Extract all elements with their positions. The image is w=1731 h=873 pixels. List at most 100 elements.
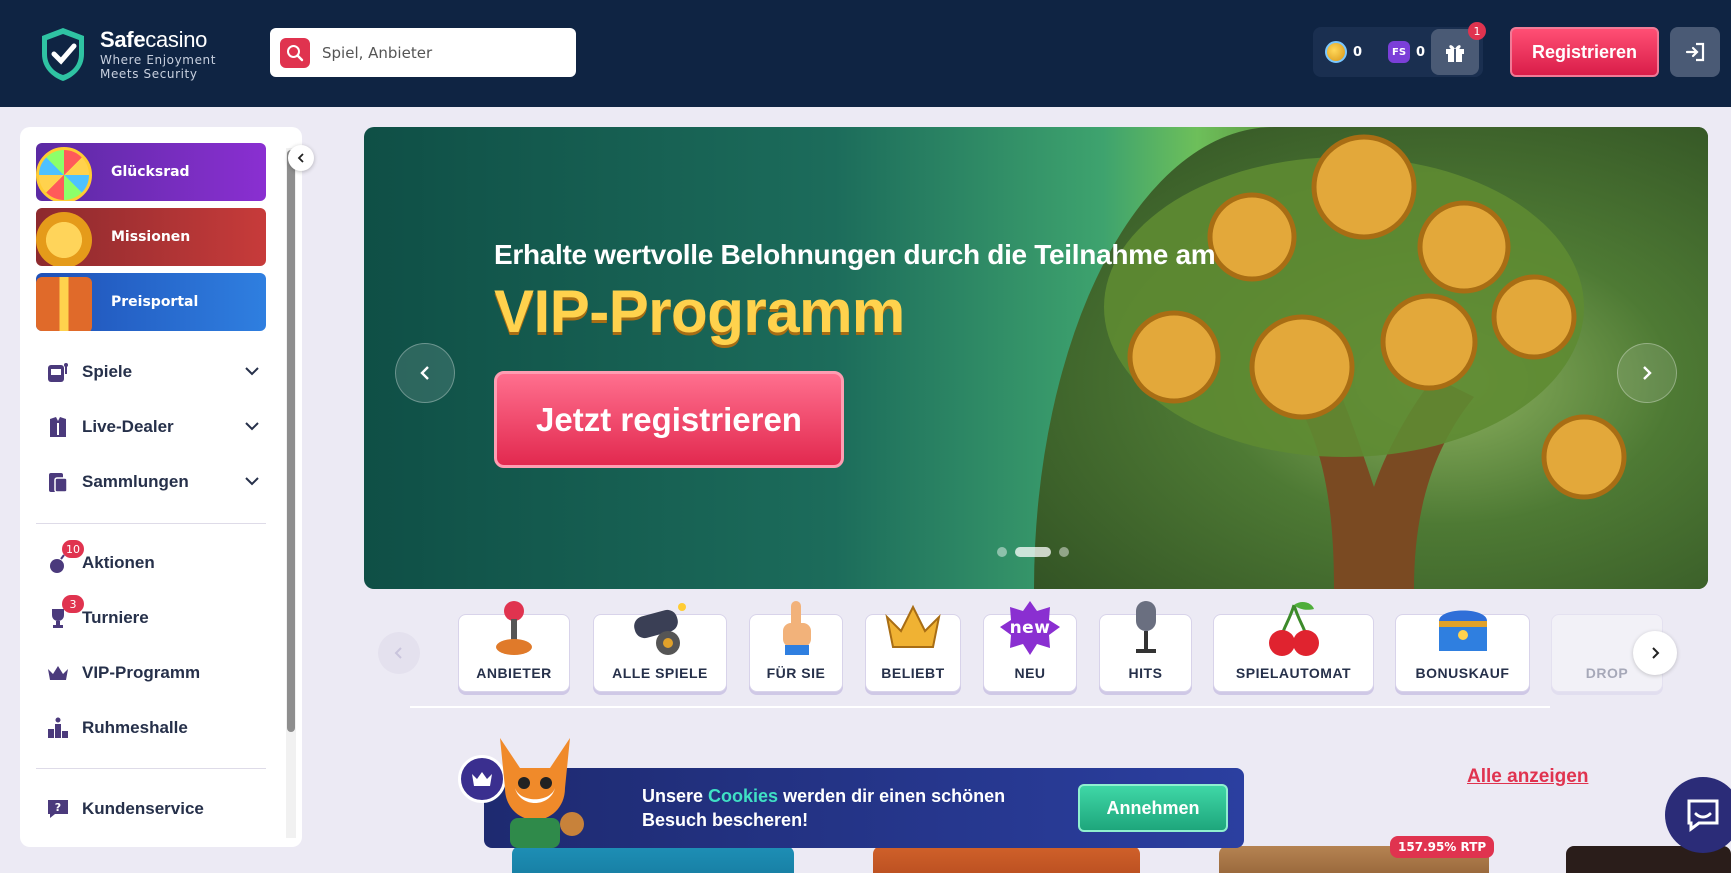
freespin-count: 0	[1416, 44, 1426, 60]
category-for-you[interactable]: FÜR SIE	[749, 601, 843, 692]
coin-tree-illustration	[1104, 134, 1627, 589]
sidebar-item-label: Ruhmeshalle	[82, 718, 188, 737]
sidebar-item-games[interactable]: Spiele	[44, 354, 269, 390]
pagination-dot-active[interactable]	[1015, 547, 1051, 557]
wheel-icon	[36, 147, 92, 201]
categories-next-button[interactable]	[1633, 631, 1677, 675]
promo-label: Glücksrad	[111, 164, 190, 180]
logo-text: Safecasino Where Enjoyment Meets Securit…	[100, 27, 216, 81]
sidebar-item-vip-program[interactable]: VIP-Programm	[44, 655, 269, 691]
pagination-dot[interactable]	[1059, 547, 1069, 557]
categories-divider	[410, 706, 1550, 708]
collection-icon	[44, 468, 72, 496]
login-button[interactable]	[1670, 27, 1720, 77]
see-all-link[interactable]: Alle anzeigen	[1467, 766, 1588, 788]
support-chat-icon: ?	[44, 795, 72, 823]
sidebar-item-label: Kundenservice	[82, 799, 204, 818]
banner-title: VIP-Programm	[494, 278, 905, 345]
category-bonus-buy[interactable]: BONUSKAUF	[1395, 610, 1530, 692]
category-label: ALLE SPIELE	[612, 665, 708, 681]
sidebar-item-support[interactable]: ? Kundenservice	[44, 791, 269, 827]
promo-prize-portal[interactable]: Preisportal	[36, 273, 266, 331]
chat-bubble-icon	[1687, 799, 1719, 832]
category-slot-machine[interactable]: SPIELAUTOMAT	[1213, 602, 1374, 692]
tagline-line-2: Meets Security	[100, 67, 198, 81]
banner-next-button[interactable]	[1617, 343, 1677, 403]
promo-missions[interactable]: Missionen	[36, 208, 266, 266]
sidebar-item-collections[interactable]: Sammlungen	[44, 464, 269, 500]
fox-mascot-icon	[500, 738, 584, 848]
sidebar-item-label: Live-Dealer	[82, 417, 174, 436]
search-input[interactable]	[322, 43, 562, 62]
promo-label: Missionen	[111, 229, 191, 245]
category-label: NEU	[1014, 665, 1046, 681]
svg-text:new: new	[1010, 618, 1051, 638]
game-card[interactable]	[512, 846, 794, 873]
categories-prev-button[interactable]	[378, 632, 420, 674]
chevron-right-icon	[1652, 647, 1660, 659]
category-label: DROP	[1585, 665, 1629, 681]
crown-icon	[885, 604, 941, 648]
sidebar-item-label: VIP-Programm	[82, 663, 201, 682]
live-chat-button[interactable]	[1665, 777, 1731, 853]
cookie-banner: Unsere Cookies werden dir einen schönen …	[484, 768, 1244, 848]
money-tree-image	[1034, 127, 1708, 589]
sidebar-item-label: Spiele	[82, 362, 133, 381]
banner-prev-button[interactable]	[395, 343, 455, 403]
category-all-games[interactable]: ALLE SPIELE	[593, 603, 727, 692]
chevron-left-icon	[420, 366, 429, 380]
shield-check-icon	[42, 28, 84, 81]
cannon-icon	[634, 603, 686, 655]
freespin-balance: FS 0	[1362, 41, 1425, 63]
brand-name: Safecasino	[100, 27, 208, 52]
cookie-message: Unsere Cookies werden dir einen schönen …	[642, 786, 1006, 830]
treasure-chest-icon	[1438, 610, 1487, 651]
chevron-right-icon	[1643, 366, 1652, 380]
sidebar-item-live-dealer[interactable]: Live-Dealer	[44, 409, 269, 445]
logo[interactable]: Safecasino Where Enjoyment Meets Securit…	[38, 26, 216, 82]
chevron-down-icon	[245, 477, 259, 486]
chevron-down-icon	[245, 422, 259, 431]
cookie-highlight: Cookies	[708, 786, 779, 806]
chevron-left-icon	[394, 647, 402, 659]
pagination-dot[interactable]	[997, 547, 1007, 557]
banner-pagination	[997, 547, 1077, 557]
sidebar-item-hall-of-fame[interactable]: Ruhmeshalle	[44, 710, 269, 746]
category-hits[interactable]: HITS	[1099, 601, 1192, 692]
promotions-badge: 10	[62, 540, 84, 558]
gift-box-icon	[36, 277, 92, 331]
cherry-icon	[1268, 602, 1319, 656]
pointing-hand-icon	[783, 601, 811, 655]
sidebar-divider	[36, 768, 266, 769]
category-label: HITS	[1128, 665, 1163, 681]
tournaments-badge: 3	[62, 595, 84, 613]
game-card[interactable]	[873, 846, 1140, 873]
microphone-icon	[1135, 601, 1156, 653]
accept-cookies-button[interactable]: Annehmen	[1078, 784, 1228, 832]
crown-icon	[44, 659, 72, 687]
promo-wheel-of-fortune[interactable]: Glücksrad	[36, 143, 266, 201]
podium-icon	[44, 714, 72, 742]
rtp-badge: 157.95% RTP	[1390, 836, 1495, 858]
sidebar-collapse-button[interactable]	[288, 145, 314, 171]
category-label: FÜR SIE	[766, 665, 826, 681]
login-icon	[1685, 42, 1705, 62]
coin-icon	[1325, 41, 1347, 63]
category-label: ANBIETER	[476, 665, 552, 681]
category-providers[interactable]: ANBIETER	[458, 601, 570, 692]
gift-icon	[1446, 45, 1464, 62]
banner-register-button[interactable]: Jetzt registrieren	[494, 371, 844, 468]
register-button[interactable]: Registrieren	[1510, 27, 1659, 77]
sidebar-item-label: Aktionen	[82, 553, 155, 572]
medal-icon	[36, 212, 92, 266]
chevron-down-icon	[245, 367, 259, 376]
hero-banner[interactable]: Erhalte wertvolle Belohnungen durch die …	[364, 127, 1708, 589]
sidebar-item-label: Sammlungen	[82, 472, 189, 491]
search-icon[interactable]	[280, 37, 310, 68]
sidebar-scrollbar-thumb[interactable]	[287, 150, 295, 732]
joystick-icon	[496, 601, 532, 655]
category-new[interactable]: new NEU	[983, 601, 1077, 692]
category-popular[interactable]: BELIEBT	[865, 604, 961, 692]
promo-label: Preisportal	[111, 294, 199, 310]
coin-balance: 0	[1313, 41, 1362, 63]
